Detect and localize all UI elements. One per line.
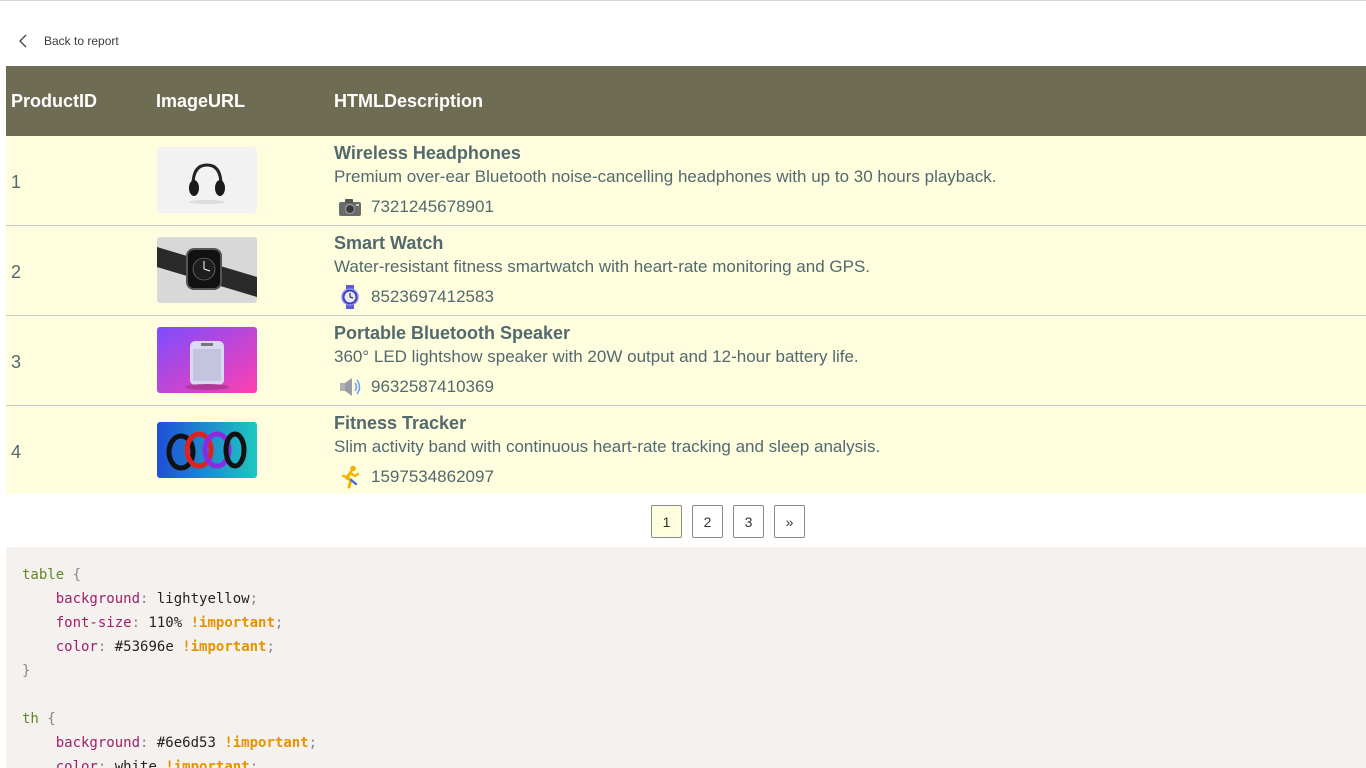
- header-productid[interactable]: ProductID: [11, 91, 97, 112]
- product-code: 8523697412583: [338, 285, 494, 309]
- code-property: background: [55, 735, 141, 751]
- code-important: !important: [165, 759, 250, 768]
- table-row[interactable]: 2 Smart Watch Water-resistant fitness sm…: [6, 226, 1366, 316]
- code-line: color: white !important;: [6, 755, 1366, 768]
- smartwatch-image: [157, 237, 257, 303]
- code-property: background: [55, 591, 141, 607]
- code-brace: }: [22, 663, 31, 679]
- chevron-left-icon: [19, 34, 27, 48]
- code-line: table {: [6, 563, 1366, 587]
- product-description: Water-resistant fitness smartwatch with …: [334, 257, 871, 276]
- speaker-icon: [340, 378, 361, 396]
- product-description: Slim activity band with continuous heart…: [334, 437, 881, 456]
- product-title: Fitness Tracker: [334, 413, 467, 433]
- code-important: !important: [224, 735, 309, 751]
- code-value: lightyellow: [148, 591, 250, 607]
- code-line: th {: [6, 707, 1366, 731]
- next-page-button[interactable]: »: [774, 505, 805, 538]
- product-description: Premium over-ear Bluetooth noise-cancell…: [334, 167, 997, 186]
- table-row[interactable]: 1 Wireless Headphones Premium over-ear B…: [6, 136, 1366, 226]
- page-2-button[interactable]: 2: [692, 505, 723, 538]
- top-border: [0, 0, 1366, 1]
- code-brace: {: [38, 711, 56, 727]
- table-row[interactable]: 3 Portable Bluetooth Speaker 360° LED li…: [6, 316, 1366, 406]
- product-title: Smart Watch: [334, 233, 444, 253]
- code-important: !important: [190, 615, 275, 631]
- code-line: color: #53696e !important;: [55, 639, 275, 655]
- page-3-button[interactable]: 3: [733, 505, 764, 538]
- speaker-image: [157, 327, 257, 393]
- header-htmldescription[interactable]: HTMLDescription: [334, 91, 483, 112]
- code-value: white: [106, 759, 157, 768]
- code-selector: th: [22, 711, 39, 727]
- code-value: #53696e: [106, 639, 174, 655]
- camera-icon: [339, 199, 361, 216]
- back-link-label: Back to report: [44, 34, 119, 48]
- product-id: 3: [11, 352, 22, 372]
- product-id: 4: [11, 442, 22, 462]
- product-description: 360° LED lightshow speaker with 20W outp…: [334, 347, 859, 366]
- table-row[interactable]: 4 Fitness Tracker Slim activity band wit…: [6, 406, 1366, 494]
- product-id: 1: [11, 172, 22, 192]
- fitness-bands-image: [157, 422, 257, 478]
- code-line: background: lightyellow;: [55, 591, 259, 607]
- product-title: Portable Bluetooth Speaker: [334, 323, 571, 343]
- product-title: Wireless Headphones: [334, 143, 521, 163]
- code-property: font-size: [55, 615, 132, 631]
- code-property: color: [55, 639, 98, 655]
- pagination: 1 2 3 »: [651, 505, 815, 538]
- code-line: }: [6, 659, 1366, 683]
- css-code-panel: table { background: lightyellow; font-si…: [6, 547, 1366, 768]
- product-code-value: 8523697412583: [371, 287, 494, 306]
- headphones-image: [157, 147, 257, 213]
- code-value: 110%: [140, 615, 183, 631]
- code-brace: {: [64, 567, 82, 583]
- code-value: #6e6d53: [148, 735, 216, 751]
- watch-icon: [341, 285, 359, 309]
- product-code: 7321245678901: [338, 195, 494, 219]
- product-code: 9632587410369: [338, 375, 494, 399]
- table-header: ProductID ImageURL HTMLDescription: [6, 66, 1366, 136]
- product-code: 1597534862097: [338, 465, 494, 489]
- code-selector: table: [22, 567, 65, 583]
- code-property: color: [55, 759, 98, 768]
- back-to-report-link[interactable]: Back to report: [18, 31, 119, 51]
- product-id: 2: [11, 262, 22, 282]
- product-code-value: 1597534862097: [371, 467, 494, 486]
- runner-icon: [341, 465, 360, 489]
- code-important: !important: [182, 639, 267, 655]
- product-table: ProductID ImageURL HTMLDescription 1 Wir…: [6, 66, 1366, 494]
- page-1-button[interactable]: 1: [651, 505, 682, 538]
- code-line: font-size: 110% !important;: [55, 615, 284, 631]
- product-code-value: 7321245678901: [371, 197, 494, 216]
- header-imageurl[interactable]: ImageURL: [156, 91, 245, 112]
- product-code-value: 9632587410369: [371, 377, 494, 396]
- code-line: background: #6e6d53 !important;: [55, 735, 318, 751]
